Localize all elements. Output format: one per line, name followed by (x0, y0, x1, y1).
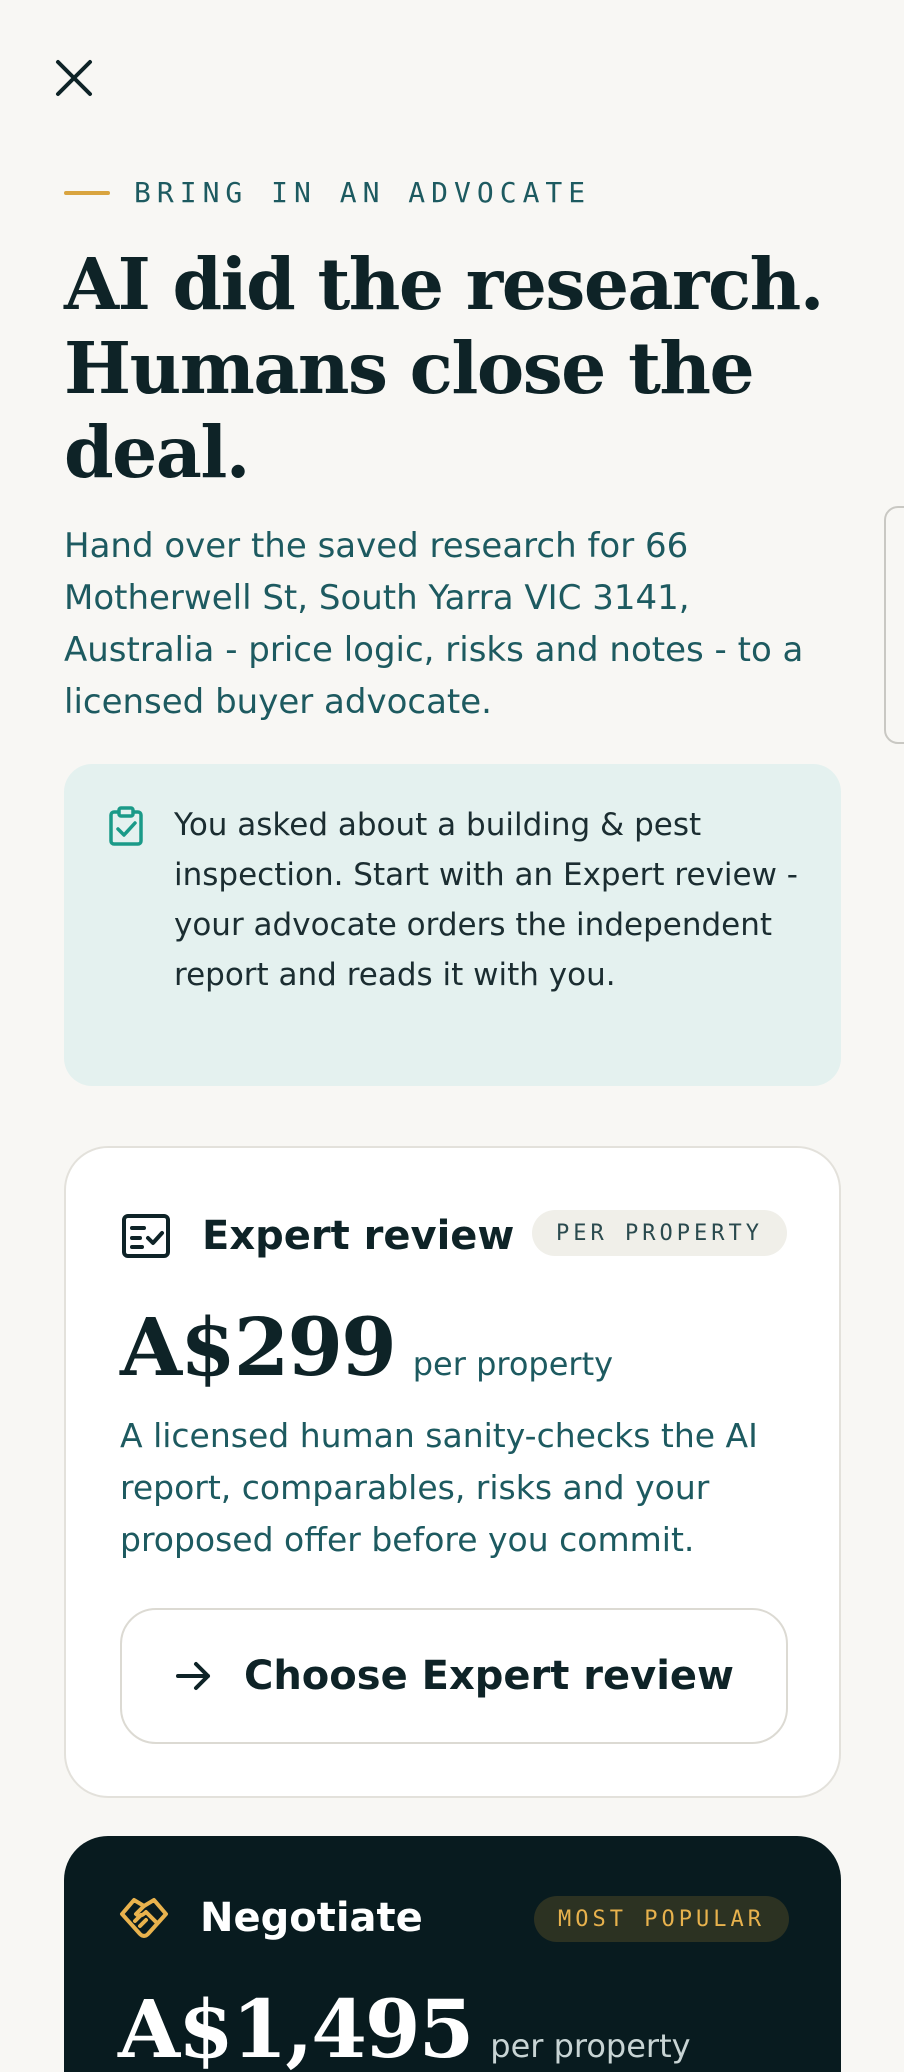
plan-badge: MOST POPULAR (534, 1896, 789, 1942)
checklist-icon (122, 1214, 170, 1258)
plan-price-row: A$299 per property (120, 1300, 613, 1394)
plan-price-unit: per property (490, 2027, 691, 2065)
plan-card-negotiate: Negotiate MOST POPULAR A$1,495 per prope… (64, 1836, 841, 2072)
button-label: Choose Expert review (243, 1653, 735, 1699)
eyebrow-label: BRING IN AN ADVOCATE (134, 176, 592, 209)
choose-expert-review-button[interactable]: Choose Expert review (120, 1608, 788, 1744)
eyebrow: BRING IN AN ADVOCATE (64, 176, 591, 209)
close-icon (56, 60, 92, 96)
plan-header: Negotiate (118, 1892, 423, 1944)
plan-description: A licensed human sanity-checks the AI re… (120, 1416, 758, 1559)
plan-price-row: A$1,495 per property (118, 1982, 691, 2072)
handshake-icon (120, 1898, 168, 1938)
side-drawer-handle[interactable] (884, 506, 904, 744)
plan-badge: PER PROPERTY (532, 1210, 787, 1256)
lead-paragraph: Hand over the saved research for 66 Moth… (64, 526, 804, 722)
plan-card-expert-review: Expert review PER PROPERTY A$299 per pro… (64, 1146, 841, 1798)
page-title: AI did the research. Humans close the de… (64, 242, 825, 494)
plan-title: Negotiate (200, 1895, 423, 1941)
plan-price: A$1,495 (118, 1982, 474, 2072)
plan-price: A$299 (120, 1300, 397, 1394)
clipboard-check-icon (109, 806, 143, 846)
eyebrow-rule (64, 190, 110, 195)
inspection-notice: You asked about a building & pest inspec… (64, 764, 841, 1086)
plan-price-unit: per property (412, 1345, 614, 1383)
close-button[interactable] (48, 52, 100, 104)
notice-text: You asked about a building & pest inspec… (174, 807, 798, 993)
plan-title: Expert review (202, 1213, 515, 1259)
plan-header: Expert review (120, 1210, 514, 1262)
arrow-right-icon (175, 1662, 210, 1690)
